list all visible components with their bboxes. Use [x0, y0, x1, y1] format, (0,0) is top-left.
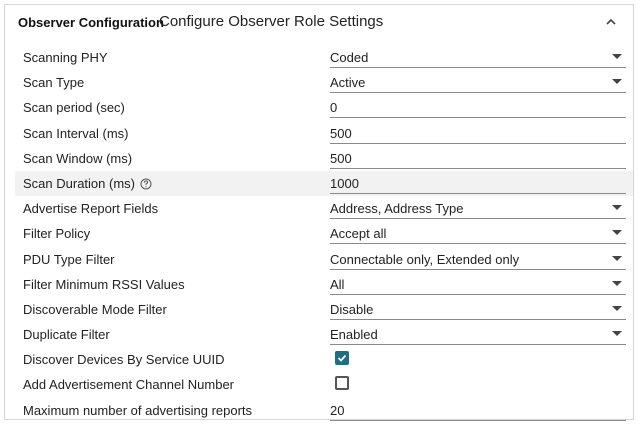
setting-label-text: Scan Duration (ms) — [23, 175, 135, 191]
setting-label: Scan Type — [23, 75, 84, 90]
setting-label-text: Scan period (sec) — [23, 100, 125, 116]
setting-label-text: Advertise Report Fields — [23, 201, 159, 217]
setting-label: Scan Interval (ms) — [23, 126, 128, 141]
setting-value: Disable — [330, 301, 374, 317]
setting-label-text: Duplicate Filter — [23, 327, 110, 343]
setting-input[interactable]: 20 — [330, 399, 626, 421]
setting-dropdown[interactable]: Coded — [330, 46, 626, 68]
setting-input[interactable]: 500 — [330, 122, 626, 144]
setting-value: Connectable only, Extended only — [330, 251, 520, 267]
setting-label: Discover Devices By Service UUID — [23, 352, 225, 367]
setting-label: PDU Type Filter — [23, 252, 115, 267]
setting-input[interactable]: 1000 — [330, 172, 626, 194]
setting-dropdown[interactable]: Enabled — [330, 323, 626, 346]
caret-down-icon[interactable] — [612, 230, 622, 236]
setting-label-text: Discover Devices By Service UUID — [23, 352, 225, 368]
group-title: Observer Configuration — [18, 15, 164, 30]
setting-label-text: Scanning PHY — [23, 50, 108, 65]
setting-value: Enabled — [330, 327, 378, 343]
setting-label: Scan Window (ms) — [23, 151, 132, 166]
setting-label-text: Filter Policy — [23, 226, 91, 242]
setting-dropdown[interactable]: Address, Address Type — [330, 197, 626, 220]
setting-dropdown[interactable]: Connectable only, Extended only — [330, 248, 626, 270]
setting-row: PDU Type Filter Connectable only, Extende… — [15, 247, 633, 272]
caret-down-icon[interactable] — [612, 54, 622, 59]
setting-value: All — [330, 276, 345, 292]
caret-down-icon[interactable] — [612, 255, 622, 261]
setting-value: Active — [330, 75, 366, 91]
help-circle-icon[interactable] — [140, 178, 152, 190]
chevron-up-icon[interactable] — [603, 14, 619, 30]
setting-dropdown[interactable]: Accept all — [330, 222, 626, 245]
setting-label-text: Filter Minimum RSSI Values — [23, 276, 185, 292]
setting-row: Add Advertisement Channel Number — [15, 372, 633, 397]
setting-label-text: Scan Interval (ms) — [23, 125, 129, 141]
setting-row: Maximum number of advertising reports 20 — [15, 398, 633, 423]
setting-row: Advertise Report Fields Address, Address … — [15, 196, 633, 221]
setting-row: Scan Duration (ms) 1000 — [15, 170, 633, 197]
setting-label-text: Scan Window (ms) — [23, 150, 133, 166]
setting-label: Duplicate Filter — [23, 327, 110, 342]
setting-row: Filter Minimum RSSI Values All — [15, 272, 633, 297]
setting-value: 20 — [330, 402, 345, 418]
setting-value: Coded — [330, 50, 369, 65]
setting-checkbox[interactable] — [335, 351, 349, 366]
setting-value: 500 — [330, 125, 352, 141]
caret-down-icon[interactable] — [612, 305, 622, 311]
setting-value: Accept all — [330, 226, 387, 242]
setting-dropdown[interactable]: Active — [330, 71, 626, 94]
setting-label: Maximum number of advertising reports — [23, 403, 252, 418]
setting-value: Address, Address Type — [330, 201, 464, 217]
setting-label: Scan Duration (ms) — [23, 176, 152, 191]
setting-row: Discoverable Mode Filter Disable — [15, 297, 633, 322]
check-icon — [337, 355, 347, 363]
setting-checkbox[interactable] — [335, 376, 349, 391]
setting-row: Scan Window (ms) 500 — [15, 146, 633, 171]
setting-row: Duplicate Filter Enabled — [15, 322, 633, 347]
setting-label: Scan period (sec) — [23, 100, 125, 115]
setting-label: Scanning PHY — [23, 50, 108, 65]
setting-row: Scan period (sec) 0 — [15, 95, 633, 120]
setting-row: Scanning PHY Coded — [15, 45, 633, 70]
setting-label-text: Maximum number of advertising reports — [23, 402, 253, 418]
setting-label: Discoverable Mode Filter — [23, 302, 167, 317]
setting-label-text: PDU Type Filter — [23, 251, 115, 267]
setting-row: Filter Policy Accept all — [15, 221, 633, 246]
setting-row: Discover Devices By Service UUID — [15, 347, 633, 372]
caret-down-icon[interactable] — [612, 331, 622, 337]
caret-down-icon[interactable] — [612, 280, 622, 286]
setting-label: Filter Policy — [23, 226, 90, 241]
caret-down-icon[interactable] — [612, 205, 622, 211]
caret-down-icon[interactable] — [612, 79, 622, 85]
setting-label-text: Scan Type — [23, 75, 85, 91]
page-title: Configure Observer Role Settings — [159, 13, 384, 30]
setting-row: Scan Interval (ms) 500 — [15, 121, 633, 146]
setting-value: 0 — [330, 100, 338, 116]
setting-label-text: Add Advertisement Channel Number — [23, 377, 235, 393]
setting-row: Scan Type Active — [15, 70, 633, 95]
setting-label-text: Discoverable Mode Filter — [23, 301, 167, 317]
setting-label: Advertise Report Fields — [23, 201, 158, 216]
setting-label: Add Advertisement Channel Number — [23, 377, 234, 392]
setting-input[interactable]: 500 — [330, 147, 626, 169]
setting-value: 1000 — [330, 175, 359, 191]
setting-value: 500 — [330, 150, 352, 166]
observer-configuration-panel: Observer Configuration Configure Observe… — [4, 4, 634, 423]
panel-header[interactable]: Observer Configuration Configure Observe… — [5, 5, 633, 43]
setting-input[interactable]: 0 — [330, 96, 626, 119]
setting-dropdown[interactable]: All — [330, 273, 626, 295]
setting-label: Filter Minimum RSSI Values — [23, 277, 185, 292]
settings-list: Scanning PHY Coded Scan Type Active Scan per… — [15, 45, 633, 423]
setting-dropdown[interactable]: Disable — [330, 298, 626, 320]
